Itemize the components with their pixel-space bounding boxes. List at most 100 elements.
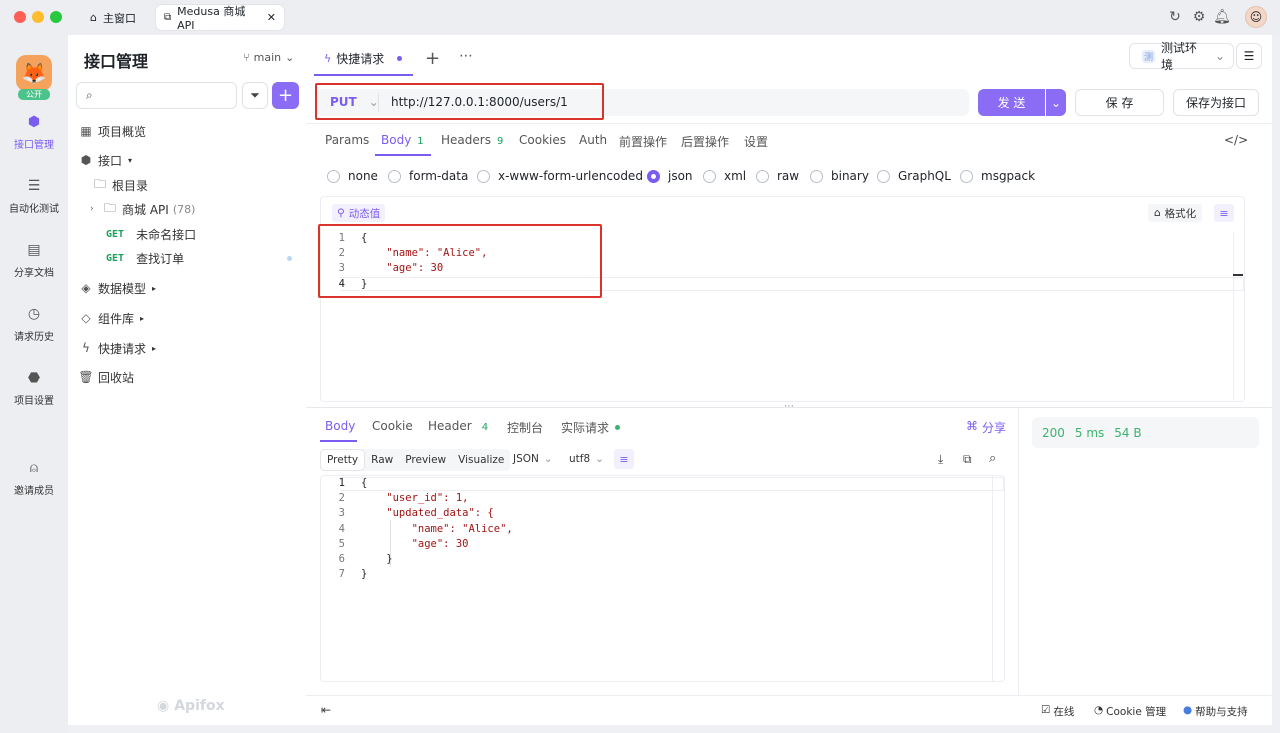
scrollbar-track[interactable] xyxy=(992,476,993,681)
share-button[interactable]: ⌘ 分享 xyxy=(966,419,1006,436)
branch-selector[interactable]: ⑂ main ⌄ xyxy=(243,51,294,64)
wrap-icon[interactable]: ≡ xyxy=(1214,204,1234,222)
view-preview[interactable]: Preview xyxy=(400,450,451,470)
tab-main-window[interactable]: ⌂ 主窗口 xyxy=(82,5,150,30)
more-tabs-button[interactable]: ⋯ xyxy=(459,48,473,64)
refresh-icon[interactable]: ↻ xyxy=(1167,9,1183,25)
collapse-sidebar-icon[interactable]: ⇤ xyxy=(321,703,331,717)
view-visualize[interactable]: Visualize xyxy=(453,450,509,470)
tab-cookies[interactable]: Cookies xyxy=(519,133,566,147)
folder-icon: 🗀 xyxy=(93,176,106,191)
close-icon[interactable]: ✕ xyxy=(267,11,276,24)
wrap-icon[interactable]: ≡ xyxy=(614,449,634,469)
rail-item-request-history[interactable]: ◷ 请求历史 xyxy=(0,305,68,343)
radio-urlencoded[interactable]: x-www-form-urlencoded xyxy=(477,169,643,183)
tree-item-api[interactable]: ⬢ 接口 ▾ xyxy=(78,149,316,171)
tree-item-folder[interactable]: › 🗀 商城 API (78) xyxy=(90,198,328,220)
format-select[interactable]: JSON ⌄ xyxy=(513,453,553,465)
radio-none[interactable]: none xyxy=(327,169,378,183)
tab-body[interactable]: Body 1 xyxy=(381,133,424,147)
filter-button[interactable]: ⏷ xyxy=(242,82,268,109)
help-button[interactable]: ● 帮助与支持 xyxy=(1183,704,1248,719)
trash-icon: 🗑︎ xyxy=(78,370,94,384)
close-window-button[interactable] xyxy=(14,11,26,23)
radio-msgpack[interactable]: msgpack xyxy=(960,169,1035,183)
resp-tab-actual-request[interactable]: 实际请求 xyxy=(561,419,621,436)
filter-icon: ⏷ xyxy=(250,88,260,102)
chevron-down-icon: ⌄ xyxy=(595,453,604,465)
add-button[interactable]: + xyxy=(272,82,299,109)
radio-binary[interactable]: binary xyxy=(810,169,869,183)
environment-select[interactable]: 测 测试环境 ⌄ xyxy=(1129,41,1234,72)
cookie-manager-button[interactable]: ◔ Cookie 管理 xyxy=(1094,704,1166,719)
new-tab-button[interactable]: + xyxy=(425,48,440,69)
view-raw[interactable]: Raw xyxy=(366,450,398,470)
tab-headers[interactable]: Headers 9 xyxy=(441,133,503,147)
tab-pre-operations[interactable]: 前置操作 xyxy=(619,133,667,150)
dynamic-value-button[interactable]: ⚲ 动态值 xyxy=(332,204,386,222)
resp-tab-header[interactable]: Header 4 xyxy=(428,419,488,433)
tree-item-trash[interactable]: 🗑︎ 回收站 xyxy=(78,366,316,388)
rail-item-share-docs[interactable]: ▤ 分享文档 xyxy=(0,241,68,279)
send-options-button[interactable]: ⌄ xyxy=(1046,89,1066,116)
tab-params[interactable]: Params xyxy=(325,133,369,147)
resp-tab-console[interactable]: 控制台 xyxy=(507,419,543,436)
tree-item-overview[interactable]: ▦ 项目概览 xyxy=(78,120,316,142)
menu-button[interactable]: ☰ xyxy=(1236,43,1262,69)
radio-icon xyxy=(477,169,490,183)
response-time: 5 ms xyxy=(1074,425,1105,440)
bell-icon[interactable]: 🔔︎ xyxy=(1213,9,1231,25)
radio-icon xyxy=(756,169,769,183)
tree-item-components[interactable]: ◇ 组件库 ▸ xyxy=(78,307,316,329)
search-input[interactable]: ⌕ xyxy=(76,82,237,109)
minimize-window-button[interactable] xyxy=(32,11,44,23)
save-button[interactable]: 保 存 xyxy=(1075,89,1164,116)
copy-icon[interactable]: ⧉ xyxy=(963,452,972,467)
divider xyxy=(306,695,1272,696)
download-icon[interactable]: ⤓ xyxy=(938,452,943,467)
format-button[interactable]: ⌂ 格式化 xyxy=(1148,204,1203,222)
radio-json[interactable]: json xyxy=(647,169,693,183)
more-icon: ⋯ xyxy=(459,48,473,64)
rail-item-invite-members[interactable]: ⍝ 邀请成员 xyxy=(0,459,68,497)
rail-item-api-management[interactable]: ⬢ 接口管理 xyxy=(0,113,68,151)
online-status[interactable]: ☑ 在线 xyxy=(1041,704,1074,719)
tree-item-endpoint[interactable]: GET 查找订单 xyxy=(106,247,292,269)
user-avatar[interactable]: ☺ xyxy=(1245,6,1267,28)
rail-item-project-settings[interactable]: ⬣ 项目设置 xyxy=(0,369,68,407)
tree-item-data-models[interactable]: ◈ 数据模型 ▸ xyxy=(78,277,316,299)
radio-raw[interactable]: raw xyxy=(756,169,799,183)
radio-xml[interactable]: xml xyxy=(703,169,746,183)
rail-item-automated-testing[interactable]: ☰ 自动化测试 xyxy=(0,177,68,215)
save-as-endpoint-button[interactable]: 保存为接口 xyxy=(1173,89,1259,116)
radio-form-data[interactable]: form-data xyxy=(388,169,468,183)
project-avatar[interactable]: 🦊 xyxy=(16,55,52,91)
send-button[interactable]: 发 送 xyxy=(978,89,1045,116)
radio-graphql[interactable]: GraphQL xyxy=(877,169,951,183)
resp-tab-cookie[interactable]: Cookie xyxy=(372,419,413,433)
check-circle-icon: ☑ xyxy=(1041,704,1051,716)
maximize-window-button[interactable] xyxy=(50,11,62,23)
radio-icon xyxy=(327,169,340,183)
view-pretty[interactable]: Pretty xyxy=(321,450,365,470)
search-icon[interactable]: ⌕ xyxy=(989,451,996,466)
resp-tab-body[interactable]: Body xyxy=(325,419,355,433)
code-icon[interactable]: </> xyxy=(1224,133,1248,147)
tree-item-root[interactable]: 🗀 根目录 xyxy=(92,174,330,196)
panel-title: 接口管理 xyxy=(84,52,149,71)
tree-item-quick-requests[interactable]: ϟ 快捷请求 ▸ xyxy=(78,337,316,359)
folder-icon: 🗀 xyxy=(103,200,116,215)
drag-handle-icon[interactable]: ⋯ xyxy=(784,401,794,412)
magic-icon: ⚲ xyxy=(337,207,345,219)
tab-settings[interactable]: 设置 xyxy=(744,133,768,150)
tab-auth[interactable]: Auth xyxy=(579,133,607,147)
highlight-box xyxy=(315,83,604,120)
encoding-select[interactable]: utf8 ⌄ xyxy=(569,453,604,465)
status-code: 200 xyxy=(1042,425,1065,440)
tab-project[interactable]: ⧉ Medusa 商城 API ✕ xyxy=(156,5,284,32)
tab-quick-request[interactable]: ϟ 快捷请求 xyxy=(314,42,413,76)
tab-post-operations[interactable]: 后置操作 xyxy=(681,133,729,150)
gear-icon[interactable]: ⚙ xyxy=(1191,9,1207,25)
add-user-icon: ⍝ xyxy=(29,460,39,476)
response-body-code[interactable]: 1{ 2 "user_id": 1, 3 "updated_data": { 4… xyxy=(325,476,513,582)
